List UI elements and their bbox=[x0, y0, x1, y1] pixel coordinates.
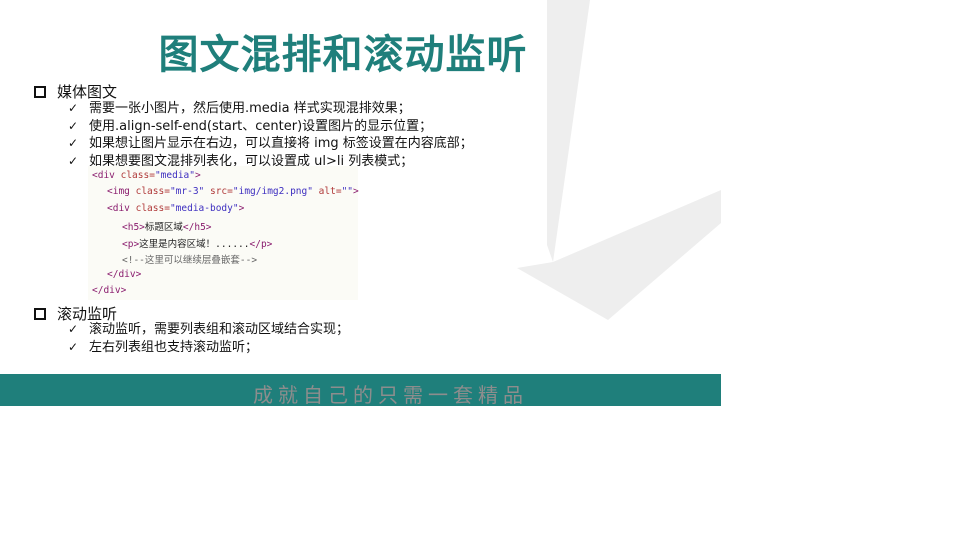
code-line: <div class="media-body"> bbox=[107, 203, 245, 214]
footer-band: 成就自己的只需一套精品 bbox=[0, 374, 721, 406]
list-item: ✓ 需要一张小图片，然后使用.media 样式实现混排效果； bbox=[68, 101, 411, 116]
check-icon: ✓ bbox=[68, 101, 79, 115]
slide: 图文混排和滚动监听 媒体图文 ✓ 需要一张小图片，然后使用.media 样式实现混… bbox=[0, 0, 721, 406]
check-icon: ✓ bbox=[68, 153, 79, 168]
code-line: <!--这里可以继续层叠嵌套--> bbox=[122, 255, 258, 266]
media-bullet-list: ✓ 需要一张小图片，然后使用.media 样式实现混排效果； ✓ 使用.align-… bbox=[68, 100, 473, 170]
footer-slogan: 成就自己的只需一套精品 bbox=[253, 383, 528, 406]
list-item: ✓ 如果想让图片显示在右边，可以直接将 img 标签设置在内容底部； bbox=[68, 136, 473, 151]
check-icon: ✓ bbox=[68, 118, 79, 133]
square-bullet-icon bbox=[34, 307, 46, 320]
code-snippet: <div class="media"> <img class="mr-3" sr… bbox=[88, 166, 359, 300]
code-line: <p>这里是内容区域！......</p> bbox=[122, 239, 273, 250]
code-line: <img class="mr-3" src="img/img2.png" alt… bbox=[107, 186, 359, 197]
code-line: </div> bbox=[107, 269, 142, 280]
check-icon: ✓ bbox=[68, 136, 79, 150]
check-icon: ✓ bbox=[68, 322, 79, 336]
section-heading-media: 媒体图文 bbox=[34, 81, 117, 102]
list-item: ✓ 使用.align-self-end(start、center)设置图片的显示位… bbox=[68, 118, 433, 134]
check-icon: ✓ bbox=[68, 339, 79, 354]
code-line: <div class="media"> bbox=[92, 170, 201, 181]
square-bullet-icon bbox=[34, 85, 46, 98]
slide-title: 图文混排和滚动监听 bbox=[158, 32, 528, 78]
scrollspy-bullet-list: ✓ 滚动监听，需要列表组和滚动区域结合实现； ✓ 左右列表组也支持滚动监听； bbox=[68, 321, 349, 356]
code-line: </div> bbox=[92, 285, 127, 296]
list-item: ✓ 左右列表组也支持滚动监听； bbox=[68, 339, 259, 355]
code-line: <h5>标题区域</h5> bbox=[122, 222, 212, 233]
section-heading-text: 媒体图文 bbox=[57, 83, 118, 101]
list-item: ✓ 滚动监听，需要列表组和滚动区域结合实现； bbox=[68, 322, 350, 337]
